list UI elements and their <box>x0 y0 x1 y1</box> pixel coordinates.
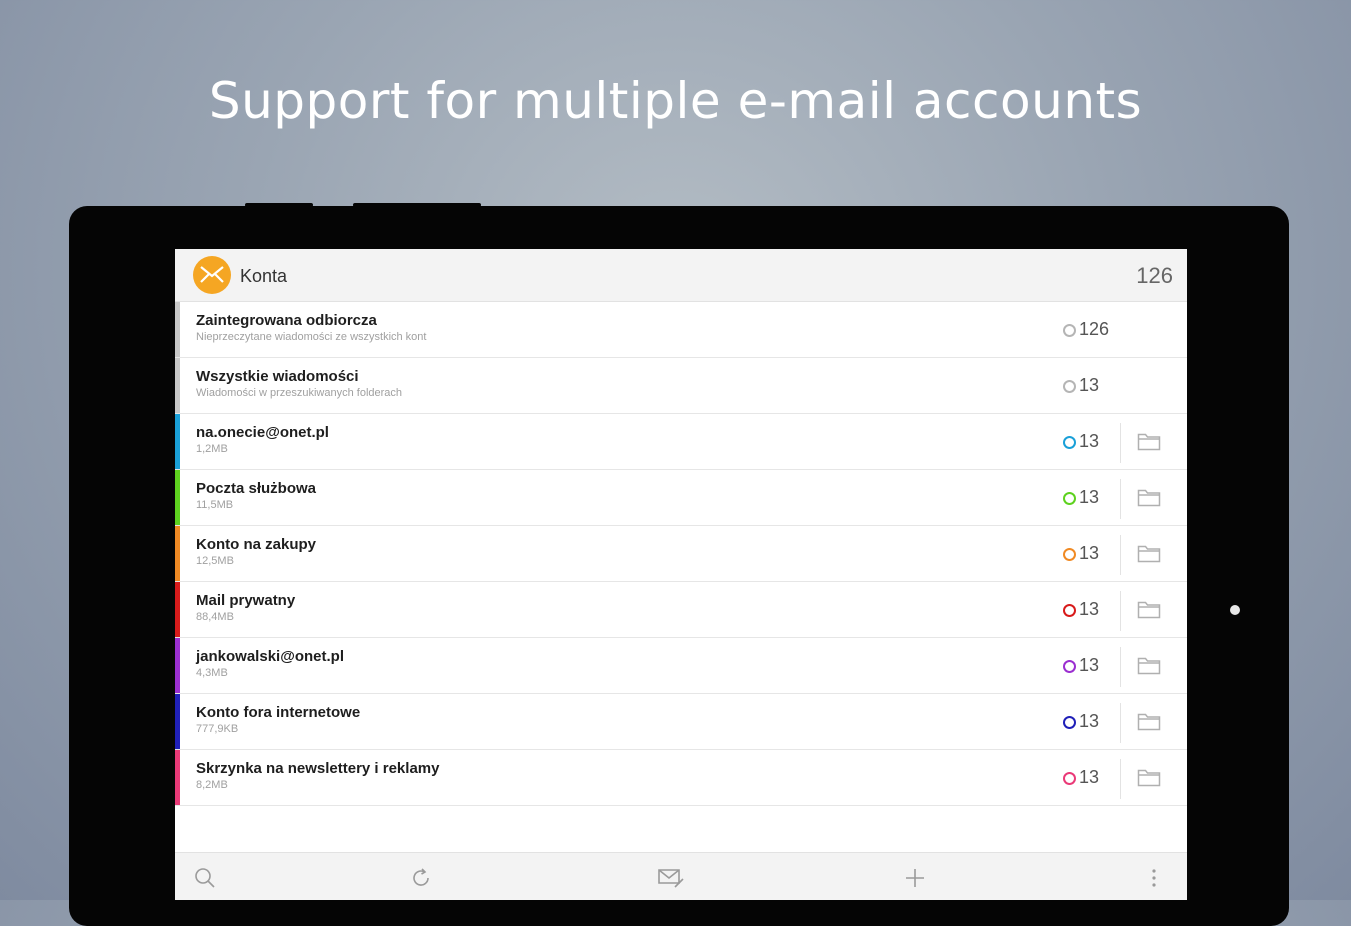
account-subtitle: Wiadomości w przeszukiwanych folderach <box>196 387 403 399</box>
unread-badge: 13 <box>1063 711 1099 732</box>
unread-ring-icon <box>1063 491 1076 505</box>
unread-ring-icon <box>1063 603 1076 617</box>
account-size: 11,5MB <box>196 499 234 511</box>
envelope-icon[interactable] <box>193 256 231 294</box>
folder-icon[interactable] <box>1137 543 1161 563</box>
unread-badge: 13 <box>1063 655 1099 676</box>
folder-icon[interactable] <box>1137 431 1161 451</box>
folder-icon[interactable] <box>1137 711 1161 731</box>
account-size: 777,9KB <box>196 723 239 735</box>
app-title: Konta <box>240 266 288 286</box>
unread-ring-icon <box>1063 715 1076 729</box>
unread-count: 13 <box>1079 655 1100 675</box>
folder-icon[interactable] <box>1137 655 1161 675</box>
account-row[interactable]: Skrzynka na newslettery i reklamy 8,2MB … <box>175 750 1187 806</box>
account-row[interactable]: Konto na zakupy 12,5MB 13 <box>175 526 1187 582</box>
unread-badge: 13 <box>1063 487 1099 508</box>
unread-badge: 13 <box>1063 767 1099 788</box>
tablet-button <box>353 203 481 207</box>
account-name: Zaintegrowana odbiorcza <box>196 312 377 329</box>
divider <box>1120 423 1121 463</box>
more-icon[interactable] <box>1144 866 1164 890</box>
account-name: na.onecie@onet.pl <box>196 424 329 441</box>
account-color-stripe <box>175 582 180 637</box>
account-subtitle: Nieprzeczytane wiadomości ze wszystkich … <box>196 331 427 343</box>
unread-ring-icon <box>1063 771 1076 785</box>
headline: Support for multiple e-mail accounts <box>208 72 1143 130</box>
add-icon[interactable] <box>903 866 927 890</box>
folder-icon[interactable] <box>1137 487 1161 507</box>
account-color-stripe <box>175 750 180 805</box>
unread-ring-icon <box>1063 659 1076 673</box>
unread-count: 126 <box>1079 319 1110 339</box>
compose-icon[interactable] <box>657 866 685 890</box>
folder-icon[interactable] <box>1137 599 1161 619</box>
unread-ring-icon <box>1063 379 1076 393</box>
account-color-stripe <box>175 302 180 357</box>
unread-count: 13 <box>1079 599 1100 619</box>
unread-count: 13 <box>1079 487 1100 507</box>
account-list: Zaintegrowana odbiorcza Nieprzeczytane w… <box>175 302 1187 806</box>
account-name: Konto na zakupy <box>196 536 317 553</box>
divider <box>1120 759 1121 799</box>
unread-badge: 126 <box>1063 319 1109 340</box>
account-size: 4,3MB <box>196 667 228 679</box>
account-color-stripe <box>175 694 180 749</box>
account-row[interactable]: Wszystkie wiadomości Wiadomości w przesz… <box>175 358 1187 414</box>
divider <box>1120 703 1121 743</box>
account-name: jankowalski@onet.pl <box>196 648 344 665</box>
unread-ring-icon <box>1063 435 1076 449</box>
refresh-icon[interactable] <box>409 866 433 890</box>
account-name: Poczta służbowa <box>196 480 317 497</box>
account-color-stripe <box>175 414 180 469</box>
unread-count: 13 <box>1079 431 1100 451</box>
account-row[interactable]: Mail prywatny 88,4MB 13 <box>175 582 1187 638</box>
unread-badge: 13 <box>1063 431 1099 452</box>
unread-count: 13 <box>1079 767 1100 787</box>
account-row[interactable]: na.onecie@onet.pl 1,2MB 13 <box>175 414 1187 470</box>
bottom-toolbar <box>175 852 1187 900</box>
account-row[interactable]: jankowalski@onet.pl 4,3MB 13 <box>175 638 1187 694</box>
account-row[interactable]: Poczta służbowa 11,5MB 13 <box>175 470 1187 526</box>
tablet-button <box>245 203 313 207</box>
unread-badge: 13 <box>1063 375 1099 396</box>
account-color-stripe <box>175 358 180 413</box>
divider <box>1120 479 1121 519</box>
app-screen: Konta 126 Zaintegrowana odbiorcza Nieprz… <box>175 249 1187 900</box>
search-icon[interactable] <box>193 866 217 890</box>
folder-icon[interactable] <box>1137 767 1161 787</box>
divider <box>1120 591 1121 631</box>
unread-ring-icon <box>1063 323 1076 337</box>
divider <box>1120 647 1121 687</box>
account-color-stripe <box>175 638 180 693</box>
divider <box>1120 535 1121 575</box>
unread-badge: 13 <box>1063 543 1099 564</box>
account-color-stripe <box>175 470 180 525</box>
account-size: 1,2MB <box>196 443 228 455</box>
account-size: 12,5MB <box>196 555 234 567</box>
account-name: Wszystkie wiadomości <box>196 368 359 385</box>
unread-badge: 13 <box>1063 599 1099 620</box>
unread-count: 13 <box>1079 375 1100 395</box>
account-color-stripe <box>175 526 180 581</box>
camera-dot <box>1230 605 1240 615</box>
account-name: Mail prywatny <box>196 592 296 609</box>
account-row[interactable]: Zaintegrowana odbiorcza Nieprzeczytane w… <box>175 302 1187 358</box>
unread-count: 13 <box>1079 543 1100 563</box>
app-bar: Konta 126 <box>175 249 1187 302</box>
account-size: 88,4MB <box>196 611 234 623</box>
total-unread-count: 126 <box>1136 263 1173 288</box>
account-name: Skrzynka na newslettery i reklamy <box>196 760 440 777</box>
account-row[interactable]: Konto fora internetowe 777,9KB 13 <box>175 694 1187 750</box>
account-name: Konto fora internetowe <box>196 704 361 721</box>
unread-count: 13 <box>1079 711 1100 731</box>
unread-ring-icon <box>1063 547 1076 561</box>
account-size: 8,2MB <box>196 779 228 791</box>
